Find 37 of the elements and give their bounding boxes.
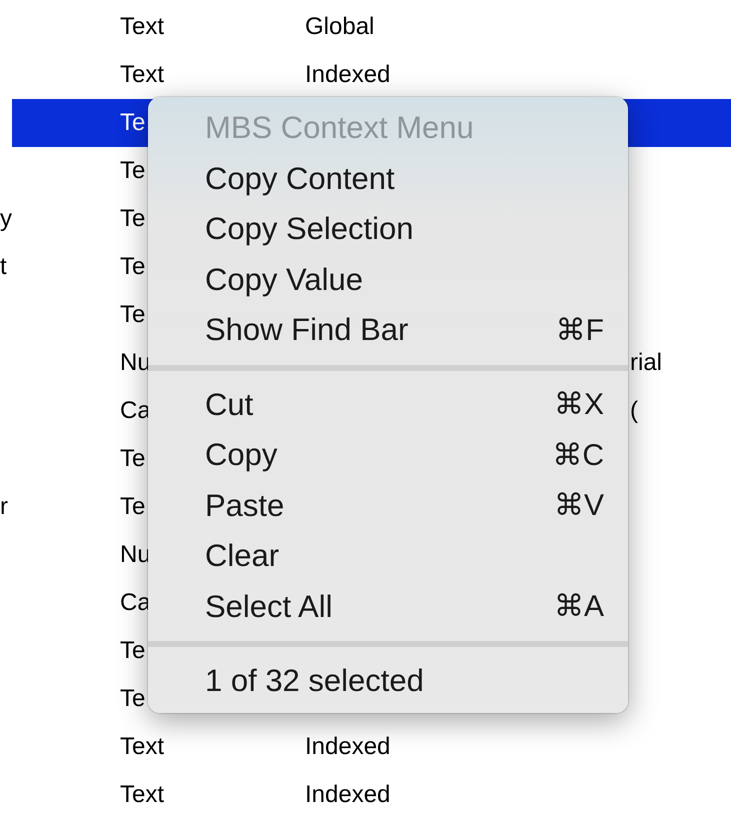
table-cell: Text xyxy=(120,61,164,88)
table-cell: Text xyxy=(120,733,164,760)
table-cell: Te xyxy=(120,205,146,232)
shortcut-label: ⌘F xyxy=(556,312,604,348)
table-cell: Text xyxy=(120,781,164,808)
table-cell: t xyxy=(0,253,7,280)
table-cell: Te xyxy=(120,253,146,280)
table-row[interactable]: Text Indexed xyxy=(12,771,731,819)
shortcut-label: ⌘V xyxy=(554,488,604,524)
table-cell: r xyxy=(0,493,8,520)
table-cell: Te xyxy=(120,637,146,664)
menu-item[interactable]: Show Find Bar xyxy=(205,312,408,348)
shortcut-label: ⌘A xyxy=(554,589,604,624)
table-cell: Indexed xyxy=(305,733,390,760)
table-cell: Indexed xyxy=(305,61,390,88)
table-cell: Te xyxy=(120,109,146,136)
table-cell: Indexed xyxy=(305,781,390,808)
menu-item[interactable]: Copy Value xyxy=(205,262,363,298)
table-cell: Te xyxy=(120,493,146,520)
menu-item[interactable]: Select All xyxy=(205,588,333,625)
menu-item[interactable]: Copy Content xyxy=(205,160,395,197)
menu-item[interactable]: Paste xyxy=(205,488,284,524)
table-row[interactable]: Text Indexed xyxy=(12,51,731,99)
table-cell: Global xyxy=(305,13,374,40)
menu-item[interactable]: Copy xyxy=(205,437,278,474)
menu-item[interactable]: Copy Selection xyxy=(205,211,414,248)
shortcut-label: ⌘X xyxy=(554,387,604,422)
menu-item[interactable]: Clear xyxy=(205,538,280,574)
menu-header: MBS Context Menu xyxy=(204,109,475,148)
table-row[interactable]: Text Global xyxy=(12,3,731,51)
table-cell: rial xyxy=(630,349,662,376)
table-cell: y xyxy=(0,205,12,232)
table-cell: Text xyxy=(120,13,164,40)
table-row[interactable]: Text Indexed xyxy=(12,723,731,771)
shortcut-label: ⌘C xyxy=(552,438,604,473)
selection-count: 1 of 32 selected xyxy=(204,662,425,700)
menu-item[interactable]: Cut xyxy=(205,386,254,423)
